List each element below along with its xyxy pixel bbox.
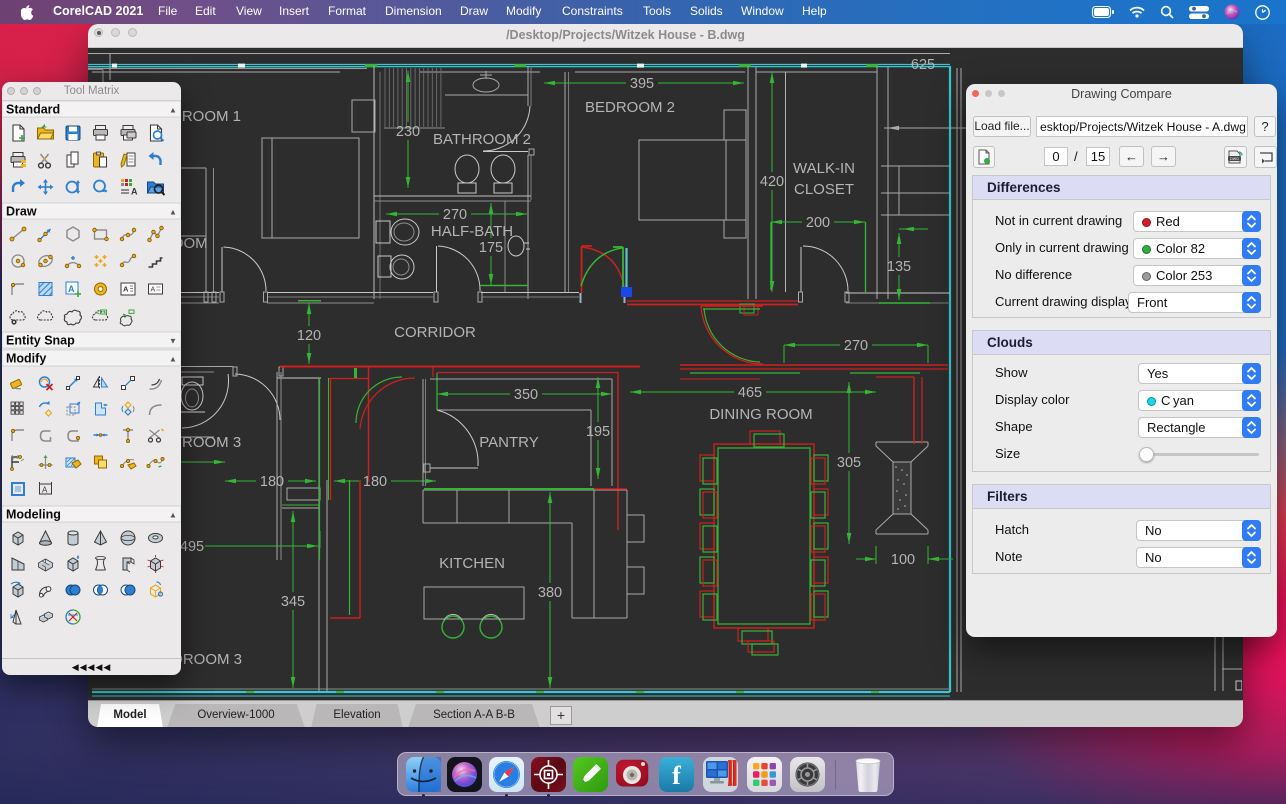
svg-text:CORRIDOR: CORRIDOR xyxy=(394,324,476,341)
svg-text:A: A xyxy=(68,284,75,294)
svg-text:HALF-BATH: HALF-BATH xyxy=(431,223,513,240)
svg-text:A: A xyxy=(42,486,48,495)
svg-text:DINING ROOM: DINING ROOM xyxy=(709,406,812,423)
svg-text:A: A xyxy=(123,285,129,294)
svg-text:230: 230 xyxy=(396,124,420,140)
svg-text:BATHROOM 2: BATHROOM 2 xyxy=(433,131,531,148)
svg-text:350: 350 xyxy=(514,387,538,403)
svg-text:Draw: Draw xyxy=(6,205,37,219)
svg-text:▼: ▼ xyxy=(169,337,177,346)
svg-text:625: 625 xyxy=(911,57,935,73)
svg-text:305: 305 xyxy=(837,455,861,471)
svg-text:135: 135 xyxy=(887,259,911,275)
svg-text:KITCHEN: KITCHEN xyxy=(439,555,505,572)
svg-text:495: 495 xyxy=(180,539,204,555)
svg-text:100: 100 xyxy=(891,552,915,568)
svg-text:120: 120 xyxy=(297,328,321,344)
svg-text:345: 345 xyxy=(281,594,305,610)
svg-text:180: 180 xyxy=(260,474,284,490)
svg-text:PANTRY: PANTRY xyxy=(479,434,538,451)
svg-text:BEDROOM 2: BEDROOM 2 xyxy=(585,99,675,116)
svg-text:195: 195 xyxy=(586,424,610,440)
svg-text:CLOSET: CLOSET xyxy=(794,181,854,198)
svg-text:200: 200 xyxy=(806,215,830,231)
svg-text:175: 175 xyxy=(479,240,503,256)
svg-text:465: 465 xyxy=(738,385,762,401)
svg-text:270: 270 xyxy=(844,338,868,354)
svg-text:▲: ▲ xyxy=(169,511,177,520)
svg-text:Modeling: Modeling xyxy=(6,508,61,522)
svg-text:270: 270 xyxy=(443,207,467,223)
svg-text:▲: ▲ xyxy=(169,355,177,364)
svg-text:Entity Snap: Entity Snap xyxy=(6,334,75,348)
svg-text:A: A xyxy=(131,187,138,197)
svg-text:A: A xyxy=(151,287,156,294)
svg-text:f: f xyxy=(672,761,681,790)
svg-text:420: 420 xyxy=(760,174,784,190)
svg-text:Modify: Modify xyxy=(6,352,46,366)
svg-text:180: 180 xyxy=(363,474,387,490)
svg-text:▲: ▲ xyxy=(169,106,177,115)
svg-text:WALK-IN: WALK-IN xyxy=(793,160,855,177)
svg-text:▲: ▲ xyxy=(169,208,177,217)
svg-text:395: 395 xyxy=(630,76,654,92)
svg-text:380: 380 xyxy=(538,585,562,601)
svg-text:Standard: Standard xyxy=(6,103,60,117)
svg-text:DWG: DWG xyxy=(1230,157,1239,161)
